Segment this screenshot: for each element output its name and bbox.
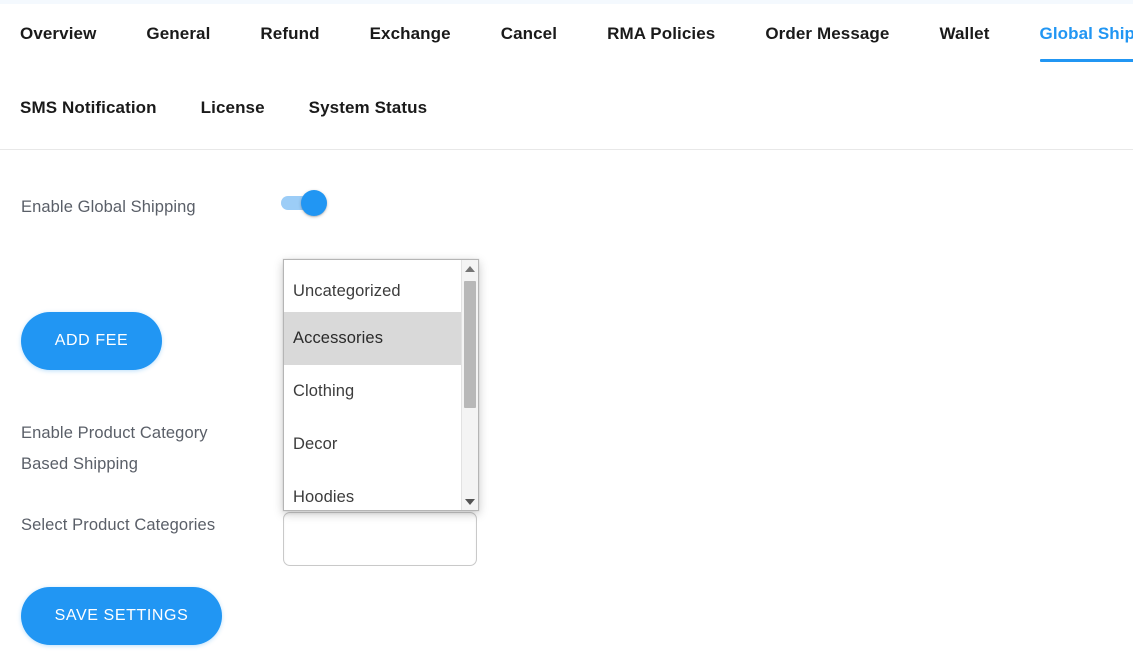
global-shipping-panel: Enable Global Shipping ADD FEE Enable Pr…: [0, 150, 1133, 666]
dropdown-option-clothing[interactable]: Clothing: [284, 365, 462, 418]
settings-page: Overview General Refund Exchange Cancel …: [0, 0, 1133, 666]
dropdown-option-decor[interactable]: Decor: [284, 418, 462, 471]
product-categories-select[interactable]: [283, 512, 477, 566]
tab-order-message[interactable]: Order Message: [765, 23, 889, 75]
tab-global-shipping[interactable]: Global Shipping: [1039, 23, 1133, 75]
dropdown-scrollbar[interactable]: [461, 260, 478, 510]
toggle-knob: [301, 190, 327, 216]
tab-wallet[interactable]: Wallet: [939, 23, 989, 75]
tab-sms-notification[interactable]: SMS Notification: [20, 97, 157, 119]
dropdown-option-uncategorized[interactable]: Uncategorized: [284, 260, 462, 312]
triangle-down-icon[interactable]: [462, 493, 478, 510]
save-settings-button[interactable]: SAVE SETTINGS: [21, 587, 222, 645]
dropdown-option-accessories[interactable]: Accessories: [284, 312, 462, 365]
product-categories-dropdown-popup: Uncategorized Accessories Clothing Decor…: [283, 259, 479, 511]
tab-exchange[interactable]: Exchange: [370, 23, 451, 75]
tab-refund[interactable]: Refund: [260, 23, 319, 75]
label-select-product-categories: Select Product Categories: [21, 516, 216, 534]
settings-tab-bar: Overview General Refund Exchange Cancel …: [0, 4, 1133, 150]
tab-overview[interactable]: Overview: [20, 23, 96, 75]
triangle-up-icon[interactable]: [462, 260, 478, 277]
dropdown-option-list: Uncategorized Accessories Clothing Decor…: [284, 260, 462, 510]
dropdown-option-hoodies[interactable]: Hoodies: [284, 471, 462, 510]
enable-global-shipping-toggle[interactable]: [281, 190, 327, 216]
scrollbar-thumb[interactable]: [464, 281, 476, 408]
tab-cancel[interactable]: Cancel: [501, 23, 557, 75]
tab-rma-policies[interactable]: RMA Policies: [607, 23, 715, 75]
tab-system-status[interactable]: System Status: [309, 97, 427, 119]
tab-row-secondary: SMS Notification License System Status: [20, 97, 471, 119]
add-fee-button[interactable]: ADD FEE: [21, 312, 162, 370]
label-enable-global-shipping: Enable Global Shipping: [21, 198, 196, 216]
tab-row-primary: Overview General Refund Exchange Cancel …: [20, 23, 1133, 75]
tab-general[interactable]: General: [146, 23, 210, 75]
tab-license[interactable]: License: [201, 97, 265, 119]
label-enable-category-based-shipping: Enable Product Category Based Shipping: [21, 424, 208, 473]
